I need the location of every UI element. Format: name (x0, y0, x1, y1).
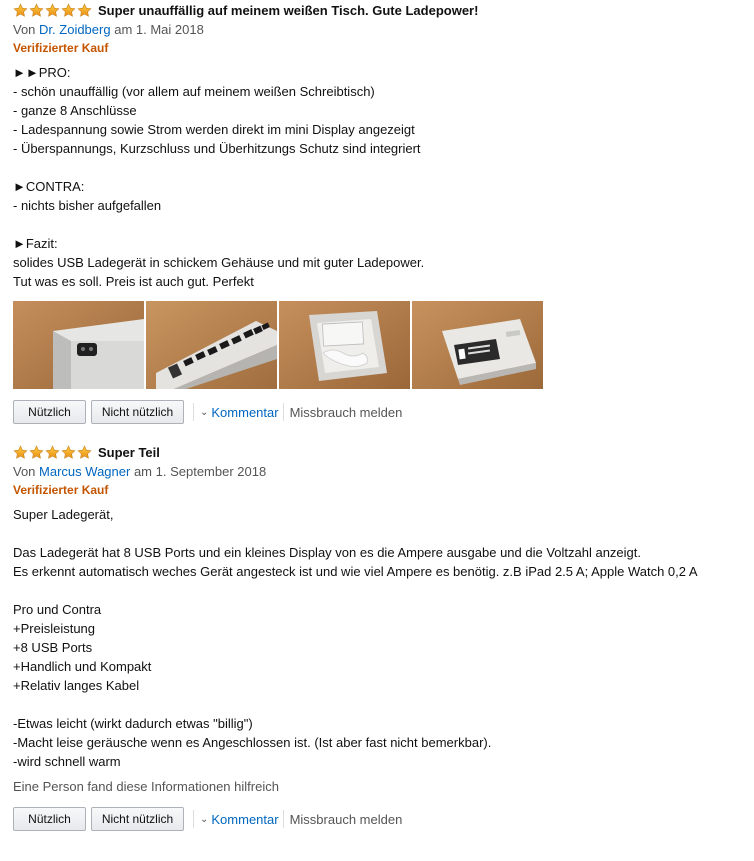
review-body-line: +Relativ langes Kabel (13, 678, 140, 693)
review-image-2[interactable] (146, 301, 277, 389)
review-title[interactable]: Super Teil (98, 445, 160, 460)
review-body-line: ►CONTRA: (13, 179, 85, 194)
review-date: am 1. Mai 2018 (114, 22, 204, 37)
comment-label: Kommentar (211, 404, 279, 420)
comment-link[interactable]: ⌄ Kommentar (200, 812, 279, 827)
chevron-down-icon: ⌄ (200, 406, 209, 418)
review-header: Super Teil (13, 444, 754, 461)
verified-purchase-badge: Verifizierter Kauf (13, 41, 109, 55)
review-body: Super Ladegerät, Das Ladegerät hat 8 USB… (13, 505, 754, 771)
star-icon (29, 445, 44, 460)
review-body-line: +Preisleistung (13, 621, 96, 636)
helpful-button[interactable]: Nützlich (13, 400, 86, 424)
star-icon (61, 3, 76, 18)
not-helpful-button[interactable]: Nicht nützlich (91, 807, 184, 831)
star-icon (77, 3, 92, 18)
review-body-line (13, 524, 754, 543)
review-byline: Von Marcus Wagner am 1. September 2018 (13, 463, 754, 481)
review-actions: Nützlich Nicht nützlich ⌄ Kommentar Miss… (13, 400, 754, 424)
review-actions: Nützlich Nicht nützlich ⌄ Kommentar Miss… (13, 807, 754, 831)
star-icon (13, 445, 28, 460)
not-helpful-button[interactable]: Nicht nützlich (91, 400, 184, 424)
review-images (13, 301, 754, 389)
review-body-line: - Überspannungs, Kurzschluss und Überhit… (13, 141, 421, 156)
review-date: am 1. September 2018 (133, 464, 267, 479)
star-rating[interactable] (13, 445, 93, 460)
review-2: Super Teil Von Marcus Wagner am 1. Septe… (0, 444, 754, 831)
review-body-line (13, 581, 754, 600)
star-icon (77, 445, 92, 460)
review-image-1[interactable] (13, 301, 144, 389)
helpful-count-note: Eine Person fand diese Informationen hil… (13, 779, 279, 794)
review-body-line: Es erkennt automatisch weches Gerät ange… (13, 564, 698, 579)
review-body-line: - nichts bisher aufgefallen (13, 198, 162, 213)
review-body-line: - Ladespannung sowie Strom werden direkt… (13, 122, 415, 137)
review-body-line (13, 215, 754, 234)
review-body-line: Das Ladegerät hat 8 USB Ports und ein kl… (13, 545, 642, 560)
review-body-line (13, 695, 754, 714)
star-icon (45, 3, 60, 18)
star-icon (13, 3, 28, 18)
review-body-line: +8 USB Ports (13, 640, 93, 655)
review-image-3[interactable] (279, 301, 410, 389)
review-body-line: -Etwas leicht (wirkt dadurch etwas "bill… (13, 716, 253, 731)
chevron-down-icon: ⌄ (200, 813, 209, 825)
review-body-line: Pro und Contra (13, 602, 102, 617)
review-body-line: +Handlich und Kompakt (13, 659, 152, 674)
review-image-4[interactable] (412, 301, 543, 389)
review-body-line: - schön unauffällig (vor allem auf meine… (13, 84, 375, 99)
divider (193, 810, 194, 828)
divider (193, 403, 194, 421)
review-body-line: ►Fazit: (13, 236, 58, 251)
review-author[interactable]: Dr. Zoidberg (39, 22, 111, 37)
review-body-line (13, 158, 754, 177)
review-body-line: Tut was es soll. Preis ist auch gut. Per… (13, 274, 254, 289)
review-body-line: -wird schnell warm (13, 754, 121, 769)
divider (282, 810, 284, 828)
review-1: Super unauffällig auf meinem weißen Tisc… (0, 0, 754, 424)
verified-purchase-badge: Verifizierter Kauf (13, 483, 109, 497)
star-icon (61, 445, 76, 460)
review-body-line: solides USB Ladegerät in schickem Gehäus… (13, 255, 425, 270)
review-body-line: Super Ladegerät, (13, 507, 114, 522)
review-body: ►►PRO: - schön unauffällig (vor allem au… (13, 63, 754, 291)
comment-label: Kommentar (211, 811, 279, 827)
review-byline: Von Dr. Zoidberg am 1. Mai 2018 (13, 21, 754, 39)
review-body-line: ►►PRO: (13, 65, 71, 80)
star-icon (29, 3, 44, 18)
review-title[interactable]: Super unauffällig auf meinem weißen Tisc… (98, 3, 478, 18)
review-author[interactable]: Marcus Wagner (39, 464, 130, 479)
report-abuse-link[interactable]: Missbrauch melden (290, 812, 403, 827)
comment-link[interactable]: ⌄ Kommentar (200, 405, 279, 420)
review-body-line: -Macht leise geräusche wenn es Angeschlo… (13, 735, 492, 750)
helpful-button[interactable]: Nützlich (13, 807, 86, 831)
star-icon (45, 445, 60, 460)
by-prefix: Von (13, 22, 36, 37)
review-header: Super unauffällig auf meinem weißen Tisc… (13, 2, 754, 19)
report-abuse-link[interactable]: Missbrauch melden (290, 405, 403, 420)
review-body-line: - ganze 8 Anschlüsse (13, 103, 137, 118)
by-prefix: Von (13, 464, 36, 479)
divider (282, 403, 284, 421)
star-rating[interactable] (13, 3, 93, 18)
